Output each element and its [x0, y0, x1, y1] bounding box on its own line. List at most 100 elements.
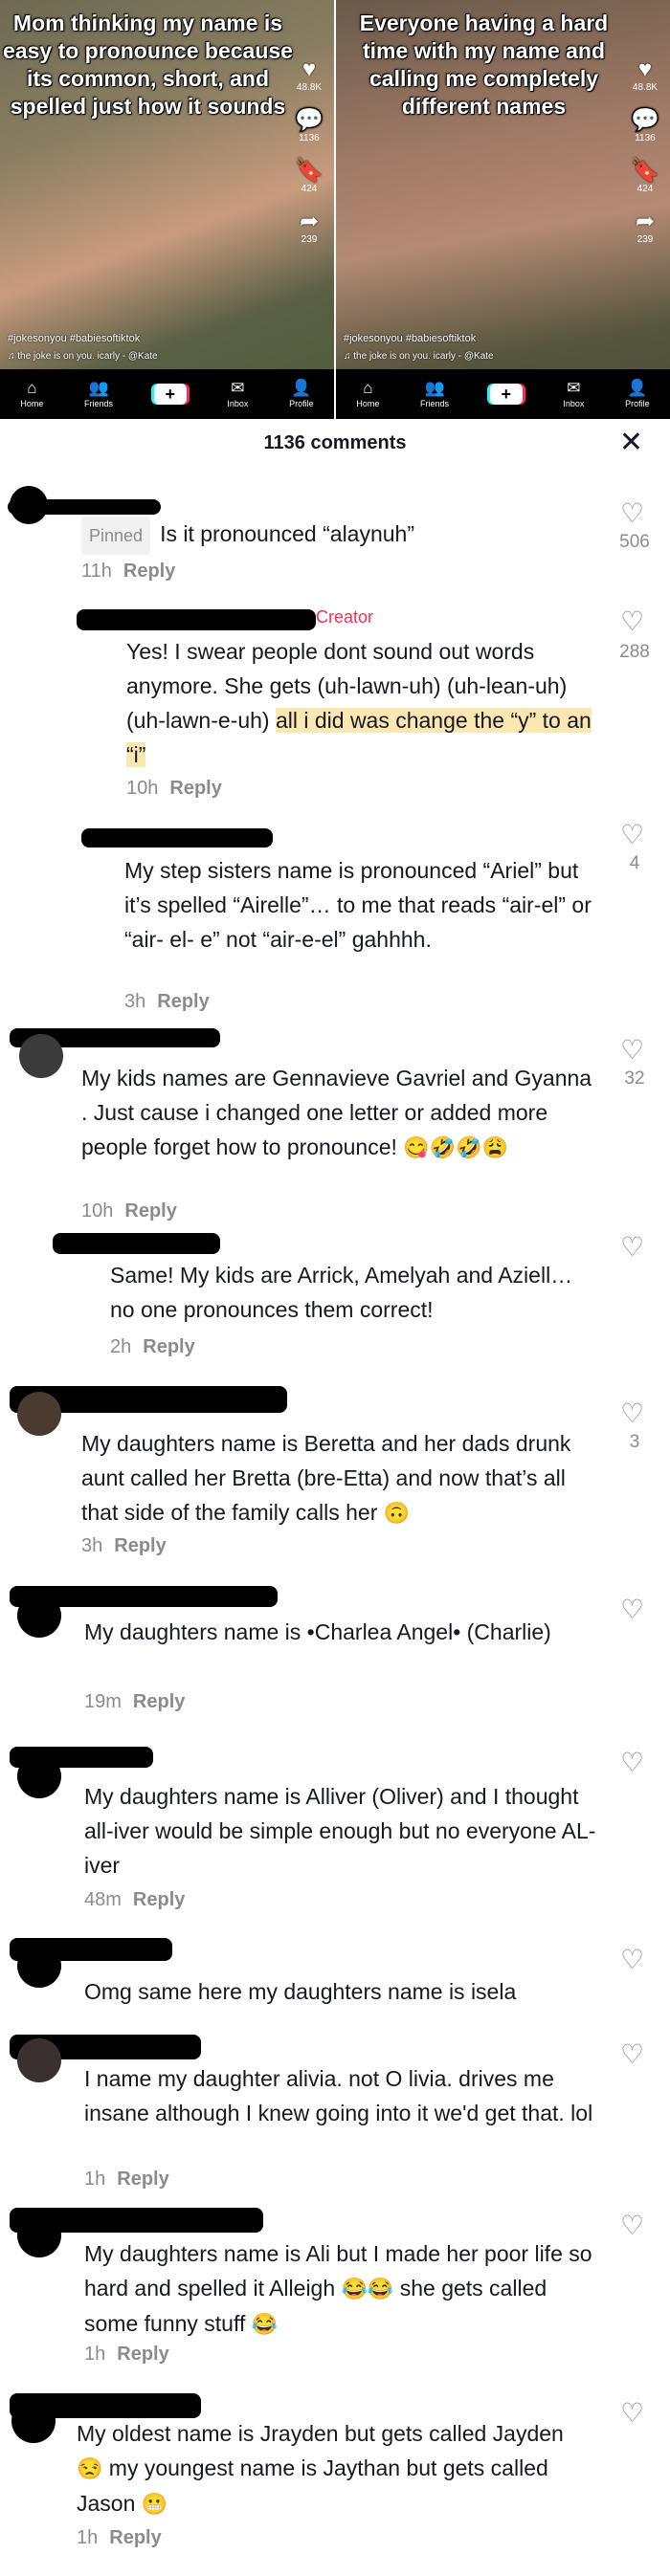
reply-button[interactable]: Reply	[109, 2527, 161, 2548]
reply-button[interactable]: Reply	[114, 1535, 166, 1556]
comment-meta: 3h Reply	[124, 991, 210, 1012]
reply-button[interactable]: Reply	[133, 1691, 185, 1712]
comment-reply: Same! My kids are Arrick, Amelyah and Az…	[0, 1229, 670, 1368]
like-heart-icon[interactable]: ♡	[620, 1946, 644, 1974]
close-icon[interactable]: ✕	[619, 427, 643, 459]
avatar[interactable]	[17, 1392, 61, 1436]
comments-count-title: 1136 comments	[263, 431, 407, 453]
emoji: 😂😂	[341, 2277, 394, 2301]
pinned-badge: Pinned	[81, 517, 151, 555]
comment-text: I name my daughter alivia. not O livia. …	[84, 2066, 593, 2125]
video-previews: Mom thinking my name is easy to pronounc…	[0, 0, 670, 419]
nav-home[interactable]: ⌂ Home	[20, 380, 43, 409]
share-action[interactable]: ➦ 239	[299, 209, 320, 246]
create-button[interactable]: +	[489, 384, 523, 405]
avatar[interactable]	[17, 1594, 61, 1638]
comment-reply: My step sisters name is pronounced “Arie…	[0, 821, 670, 1026]
bookmark-icon: 🔖	[631, 158, 659, 184]
comment-meta: 1h Reply	[77, 2527, 162, 2548]
nav-home[interactable]: ⌂ Home	[356, 380, 379, 409]
bottom-nav: ⌂ Home 👥 Friends + ✉ Inbox 👤 Profile	[336, 369, 670, 419]
comment-action[interactable]: 💬 1136	[295, 107, 324, 144]
save-action[interactable]: 🔖 424	[631, 158, 659, 195]
action-rail: ♥ 48.8K 💬 1136 🔖 424 ➦ 239	[292, 57, 326, 246]
comment-item: My oldest name is Jrayden but gets calle…	[0, 2382, 670, 2573]
reply-button[interactable]: Reply	[117, 2344, 168, 2365]
comment-text: My oldest name is Jrayden but gets calle…	[77, 2421, 564, 2446]
emoji: 😋🤣🤣😩	[403, 1135, 508, 1159]
video-left[interactable]: Mom thinking my name is easy to pronounc…	[0, 0, 334, 419]
comment-item: My daughters name is Ali but I made her …	[0, 2200, 670, 2377]
reply-button[interactable]: Reply	[143, 1336, 194, 1357]
nav-profile[interactable]: 👤 Profile	[289, 380, 314, 409]
friends-icon: 👥	[424, 379, 445, 397]
avatar[interactable]	[19, 1034, 63, 1078]
comment-action[interactable]: 💬 1136	[631, 108, 659, 144]
nav-friends[interactable]: 👥 Friends	[420, 379, 449, 409]
nav-friends[interactable]: 👥 Friends	[84, 379, 113, 409]
reply-button[interactable]: Reply	[123, 561, 175, 582]
share-icon: ➦	[635, 209, 656, 234]
comment-item: My daughters name is •Charlea Angel• (Ch…	[0, 1578, 670, 1722]
redacted-username	[77, 609, 316, 630]
comment-item: My kids names are Gennavieve Gavriel and…	[0, 1028, 670, 1234]
like-heart-icon[interactable]: ♡	[620, 2399, 644, 2428]
comment-meta: 19m Reply	[84, 1691, 186, 1712]
like-heart-icon[interactable]: ♡	[620, 1749, 644, 1777]
avatar[interactable]	[17, 2038, 61, 2082]
like-heart-icon[interactable]: ♡	[620, 1233, 644, 1262]
avatar[interactable]	[17, 1944, 61, 1988]
comment-item: My daughters name is Alliver (Oliver) an…	[0, 1741, 670, 1923]
video-caption[interactable]: #jokesonyou #babiesoftiktok	[344, 333, 476, 344]
bottom-nav: ⌂ Home 👥 Friends + ✉ Inbox 👤 Profile	[0, 369, 334, 419]
comment-meta: 10h Reply	[81, 1200, 177, 1222]
comment-text: Same! My kids are Arrick, Amelyah and Az…	[110, 1263, 573, 1322]
save-action[interactable]: 🔖 424	[295, 158, 324, 195]
comment-meta: 3h Reply	[81, 1535, 167, 1556]
action-rail: ♥ 48.8K 💬 1136 🔖 424 ➦ 239	[628, 57, 662, 246]
video-caption[interactable]: #jokesonyou #babiesoftiktok	[8, 333, 140, 344]
comment-meta: 11h Reply	[81, 561, 176, 582]
nav-inbox[interactable]: ✉ Inbox	[227, 380, 248, 409]
comments-header: 1136 comments ✕	[0, 419, 670, 467]
share-icon: ➦	[299, 209, 320, 234]
profile-icon: 👤	[627, 379, 648, 397]
reply-button[interactable]: Reply	[169, 778, 221, 799]
create-button[interactable]: +	[153, 384, 187, 405]
avatar[interactable]	[11, 2399, 56, 2443]
like-action[interactable]: ♥ 48.8K	[633, 57, 658, 94]
like-heart-icon[interactable]: ♡	[620, 2212, 644, 2240]
redacted-username	[53, 1233, 220, 1254]
like-heart-icon[interactable]: ♡	[620, 1399, 644, 1428]
like-count: 506	[619, 532, 650, 552]
music-label[interactable]: ♫ the joke is on you. icarly - @Kate	[344, 351, 494, 362]
like-heart-icon[interactable]: ♡	[620, 2040, 644, 2069]
bookmark-icon: 🔖	[295, 158, 324, 184]
avatar[interactable]	[10, 486, 48, 524]
like-heart-icon[interactable]: ♡	[620, 607, 644, 636]
avatar[interactable]	[17, 2213, 61, 2257]
like-count: 3	[629, 1432, 640, 1452]
comment-icon: 💬	[295, 107, 324, 133]
nav-inbox[interactable]: ✉ Inbox	[563, 380, 584, 409]
like-heart-icon[interactable]: ♡	[620, 821, 644, 849]
avatar[interactable]	[17, 1754, 61, 1798]
friends-icon: 👥	[88, 379, 109, 397]
share-action[interactable]: ➦ 239	[635, 209, 656, 246]
comment-text: My daughters name is •Charlea Angel• (Ch…	[84, 1619, 551, 1644]
reply-button[interactable]: Reply	[117, 2169, 168, 2190]
reply-button[interactable]: Reply	[157, 991, 209, 1012]
nav-profile[interactable]: 👤 Profile	[625, 379, 650, 409]
video-right[interactable]: Everyone having a hard time with my name…	[334, 0, 670, 419]
like-heart-icon[interactable]: ♡	[620, 1036, 644, 1065]
comment-meta: 10h Reply	[126, 778, 222, 799]
comment-text: My kids names are Gennavieve Gavriel and…	[81, 1066, 592, 1159]
reply-button[interactable]: Reply	[133, 1889, 185, 1910]
like-action[interactable]: ♥ 48.8K	[297, 57, 322, 94]
music-label[interactable]: ♫ the joke is on you. icarly - @Kate	[8, 351, 158, 362]
like-heart-icon[interactable]: ♡	[620, 499, 644, 528]
like-heart-icon[interactable]: ♡	[620, 1596, 644, 1624]
reply-button[interactable]: Reply	[124, 1200, 176, 1222]
comment-meta: 1h Reply	[84, 2344, 169, 2365]
comment-meta: 48m Reply	[84, 1889, 186, 1910]
